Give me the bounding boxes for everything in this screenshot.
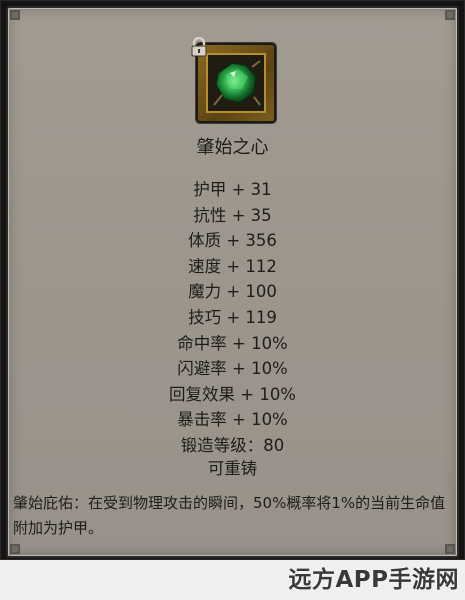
corner-ornament (445, 544, 455, 554)
item-tooltip-frame: 肇始之心 护甲 + 31 抗性 + 35 体质 + 356 速度 + 112 魔… (0, 0, 465, 560)
stat-constitution: 体质 + 356 (188, 231, 277, 251)
lock-icon (191, 37, 207, 57)
green-gem-icon (208, 55, 264, 111)
stat-hit-rate: 命中率 + 10% (177, 333, 288, 353)
stat-speed: 速度 + 112 (188, 256, 277, 276)
stat-resistance: 抗性 + 35 (193, 205, 272, 225)
item-name: 肇始之心 (196, 137, 269, 158)
corner-ornament (445, 10, 455, 20)
stat-crit-rate: 暴击率 + 10% (177, 410, 288, 430)
corner-ornament (10, 544, 20, 554)
item-icon-slot[interactable] (191, 37, 276, 123)
stat-recovery-effect: 回复效果 + 10% (169, 384, 296, 404)
reforge-label: 可重铸 (207, 459, 258, 478)
item-icon-inner (206, 53, 266, 113)
item-stats-list: 护甲 + 31 抗性 + 35 体质 + 356 速度 + 112 魔力 + 1… (1, 177, 464, 459)
stat-mana: 魔力 + 100 (188, 282, 277, 302)
stat-dodge-rate: 闪避率 + 10% (177, 359, 288, 379)
stat-skill: 技巧 + 119 (188, 307, 277, 327)
watermark-logo: 远方APP手游网 (288, 567, 459, 593)
corner-ornament (10, 10, 20, 20)
stat-armor: 护甲 + 31 (193, 180, 272, 199)
stat-forge-level: 锻造等级：80 (180, 435, 285, 455)
item-effect-text: 肇始庇佑：在受到物理攻击的瞬间，50%概率将1%的当前生命值附加为护甲。 (13, 494, 446, 537)
